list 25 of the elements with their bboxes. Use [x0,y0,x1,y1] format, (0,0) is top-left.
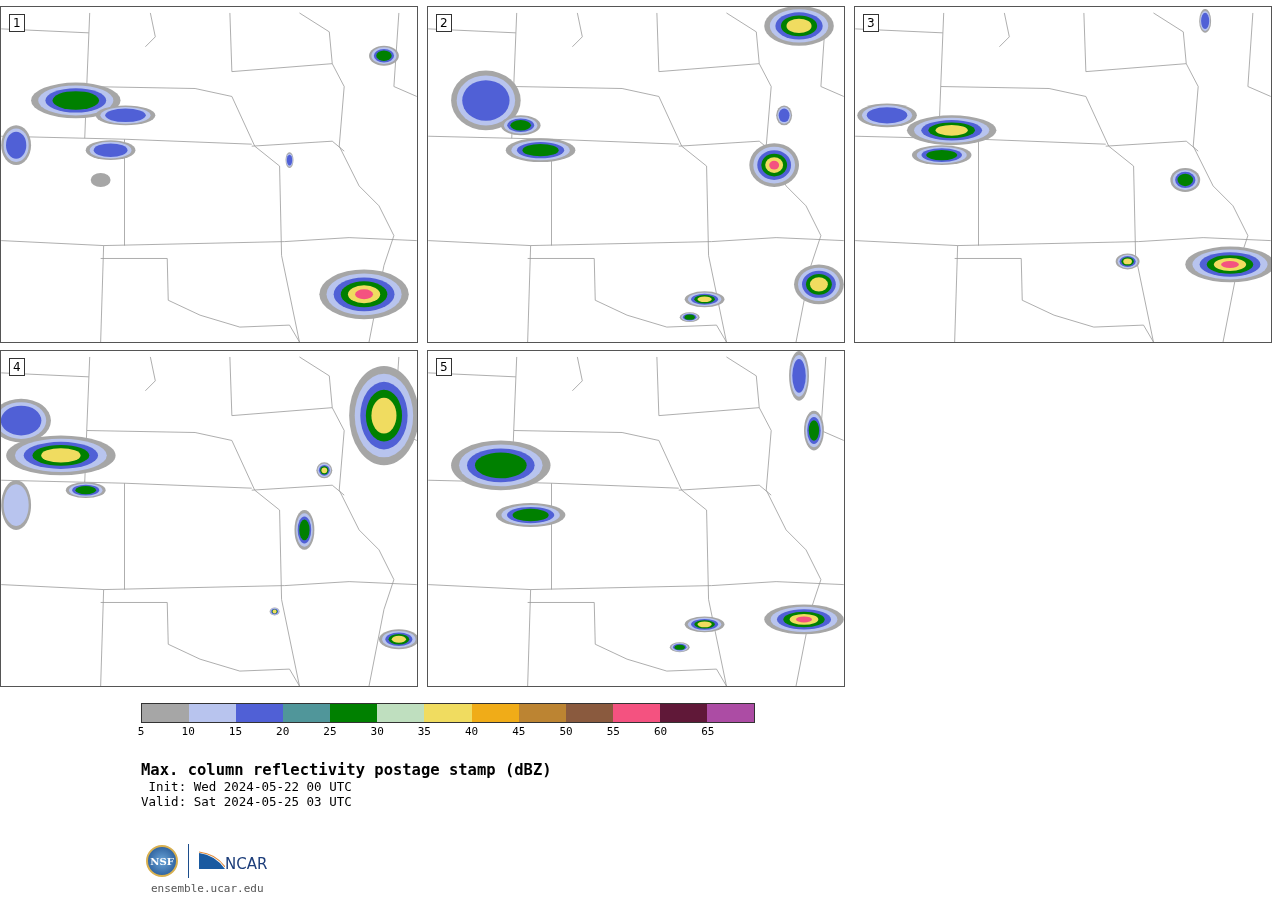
panel-number: 5 [436,358,452,376]
plot-title: Max. column reflectivity postage stamp (dBZ) [141,761,553,779]
tick-label: 30 [370,725,384,738]
tick-label: 15 [228,725,243,738]
nsf-logo: NSF [146,845,178,877]
tick-label: 35 [417,725,431,738]
panel-number: 3 [863,14,879,32]
tick-label: 60 [653,725,668,738]
tick-label: 55 [606,725,620,738]
init-time: Init: Wed 2024-05-22 00 UTC [147,779,353,794]
panel-number: 4 [9,358,25,376]
tick-label: 50 [559,725,573,738]
tick-label: 40 [465,725,479,738]
tick-label: 5 [137,725,145,738]
panel-number: 1 [9,14,25,32]
tick-label: 65 [701,725,715,738]
tick-label: 10 [181,725,195,738]
valid-time: Valid: Sat 2024-05-25 03 UTC [141,794,353,809]
tick-label: 45 [512,725,526,738]
website-url: ensemble.ucar.edu [151,882,265,895]
panel-number: 2 [436,14,452,32]
swoosh-icon [199,851,225,871]
ncar-logo: NCAR [225,855,268,873]
tick-label: 20 [276,725,290,738]
tick-label: 25 [323,725,337,738]
